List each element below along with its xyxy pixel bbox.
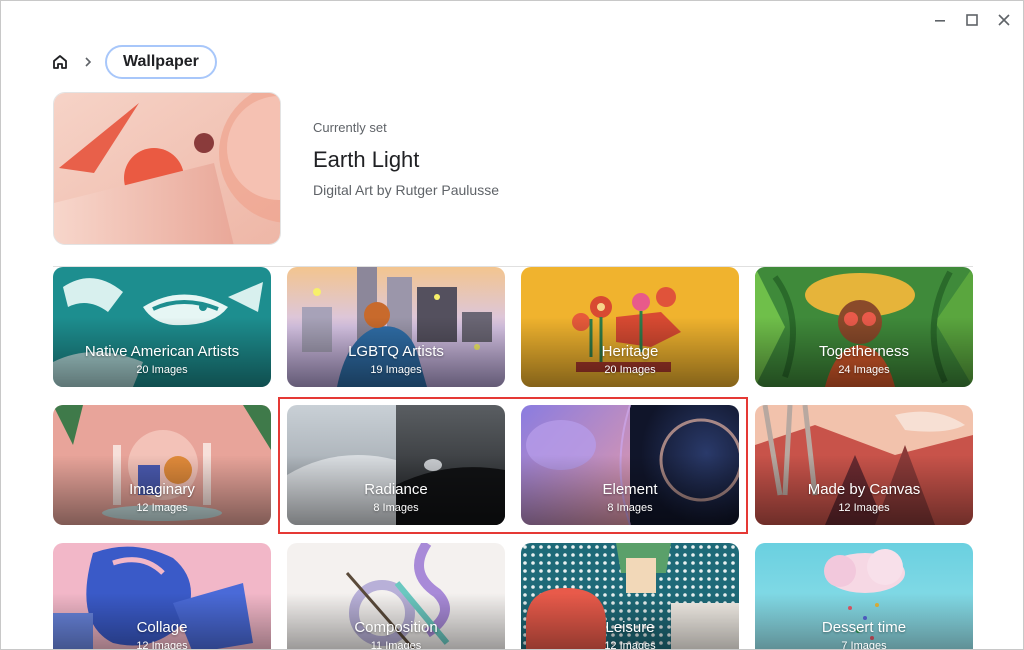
collection-tile-composition[interactable]: Composition 11 Images [287,543,505,650]
tile-count: 24 Images [838,364,890,376]
collection-tile-native-american-artists[interactable]: Native American Artists 20 Images [53,267,271,387]
tile-name: Collage [136,619,188,636]
close-icon[interactable] [993,9,1015,31]
tile-count: 7 Images [841,640,887,650]
tile-count: 19 Images [370,364,422,376]
current-wallpaper-subtitle: Digital Art by Rutger Paulusse [313,182,499,198]
minimize-icon[interactable] [929,9,951,31]
collection-tile-dessert-time[interactable]: Dessert time 7 Images [755,543,973,650]
tile-count: 8 Images [373,502,419,514]
collection-tile-leisure[interactable]: Leisure 12 Images [521,543,739,650]
current-wallpaper-thumbnail [53,92,281,245]
tile-count: 12 Images [838,502,890,514]
collection-tile-made-by-canvas[interactable]: Made by Canvas 12 Images [755,405,973,525]
collection-tile-heritage[interactable]: Heritage 20 Images [521,267,739,387]
tile-count: 12 Images [136,502,188,514]
tile-count: 12 Images [136,640,188,650]
breadcrumb-wallpaper[interactable]: Wallpaper [105,45,217,79]
tile-count: 8 Images [607,502,653,514]
tile-count: 11 Images [370,640,422,650]
currently-set-label: Currently set [313,120,387,135]
collection-tile-togetherness[interactable]: Togetherness 24 Images [755,267,973,387]
tile-count: 20 Images [136,364,188,376]
tile-count: 20 Images [604,364,656,376]
maximize-icon[interactable] [961,9,983,31]
wallpaper-window: Wallpaper Currently set Earth Light Digi… [0,0,1024,650]
tile-name: Leisure [605,619,655,636]
tile-name: Native American Artists [84,343,240,360]
tile-name: Element [602,481,658,498]
collection-tile-radiance[interactable]: Radiance 8 Images [287,405,505,525]
tile-name: Heritage [601,343,659,360]
tile-name: Radiance [364,481,428,498]
collection-tile-element[interactable]: Element 8 Images [521,405,739,525]
window-controls [929,9,1015,31]
tile-name: Togetherness [818,343,910,360]
collection-tile-collage[interactable]: Collage 12 Images [53,543,271,650]
tile-name: LGBTQ Artists [348,343,444,360]
breadcrumb: Wallpaper [49,45,217,79]
tile-name: Imaginary [129,481,195,498]
chevron-right-icon [81,55,95,69]
tile-name: Dessert time [821,619,907,636]
collection-tile-imaginary[interactable]: Imaginary 12 Images [53,405,271,525]
current-wallpaper-title: Earth Light [313,147,420,172]
tile-name: Made by Canvas [807,481,921,498]
collection-tile-lgbtq-artists[interactable]: LGBTQ Artists 19 Images [287,267,505,387]
tile-name: Composition [354,619,438,636]
tile-count: 12 Images [604,640,656,650]
home-icon[interactable] [49,51,71,73]
current-wallpaper-info: Currently set Earth Light Digital Art by… [313,120,499,198]
